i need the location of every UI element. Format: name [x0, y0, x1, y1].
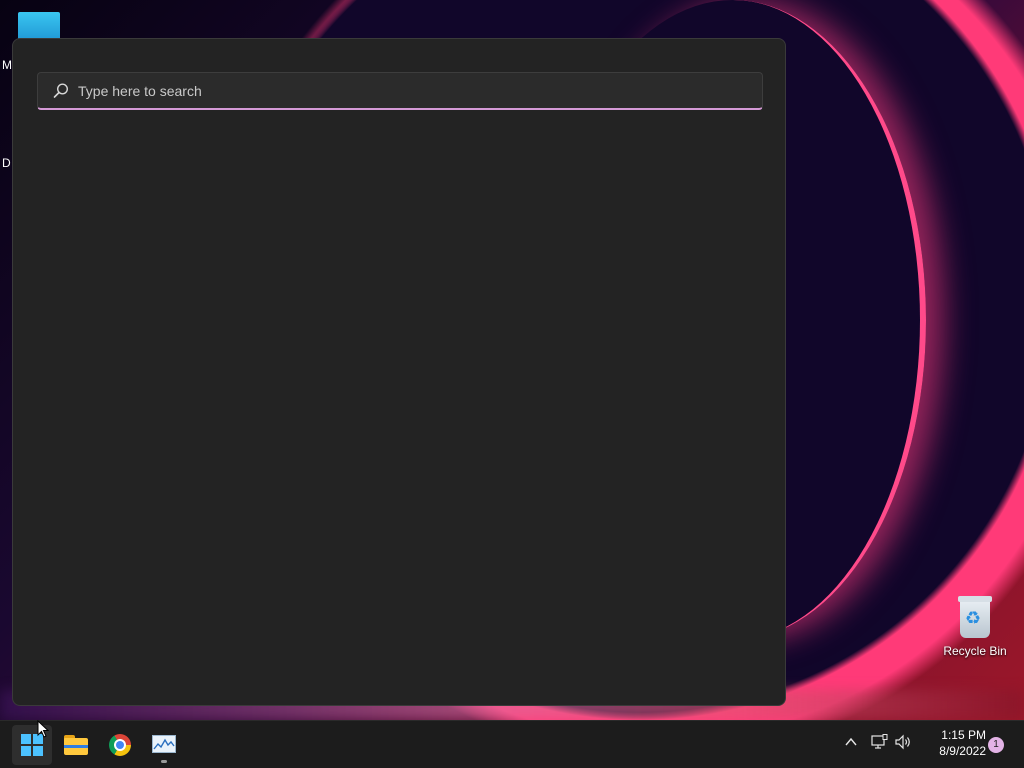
folder-icon	[64, 735, 88, 755]
taskbar: 1:15 PM 8/9/2022 1	[0, 720, 1024, 768]
search-icon	[52, 82, 70, 100]
clock-date: 8/9/2022	[920, 743, 986, 759]
desktop: M D ♻ Recycle Bin	[0, 0, 1024, 768]
desktop-label-partial: D	[2, 156, 11, 170]
performance-monitor-button[interactable]	[144, 725, 184, 765]
recycle-bin-icon: ♻	[957, 596, 993, 638]
running-indicator	[161, 760, 167, 763]
clock[interactable]: 1:15 PM 8/9/2022	[920, 727, 986, 759]
chrome-icon	[109, 734, 131, 756]
clock-time: 1:15 PM	[920, 727, 986, 743]
mouse-cursor-icon	[37, 720, 49, 738]
volume-icon[interactable]	[894, 734, 912, 750]
notification-badge[interactable]: 1	[988, 737, 1004, 753]
performance-monitor-icon	[152, 735, 176, 753]
chevron-up-icon[interactable]	[844, 735, 858, 749]
desktop-label-partial: M	[2, 58, 12, 72]
search-box[interactable]	[37, 72, 763, 110]
chrome-button[interactable]	[100, 725, 140, 765]
recycle-bin[interactable]: ♻ Recycle Bin	[940, 596, 1010, 658]
file-explorer-button[interactable]	[56, 725, 96, 765]
network-icon[interactable]	[870, 734, 888, 750]
recycle-bin-label: Recycle Bin	[940, 644, 1010, 658]
search-panel	[12, 38, 786, 706]
search-input[interactable]	[78, 79, 748, 103]
